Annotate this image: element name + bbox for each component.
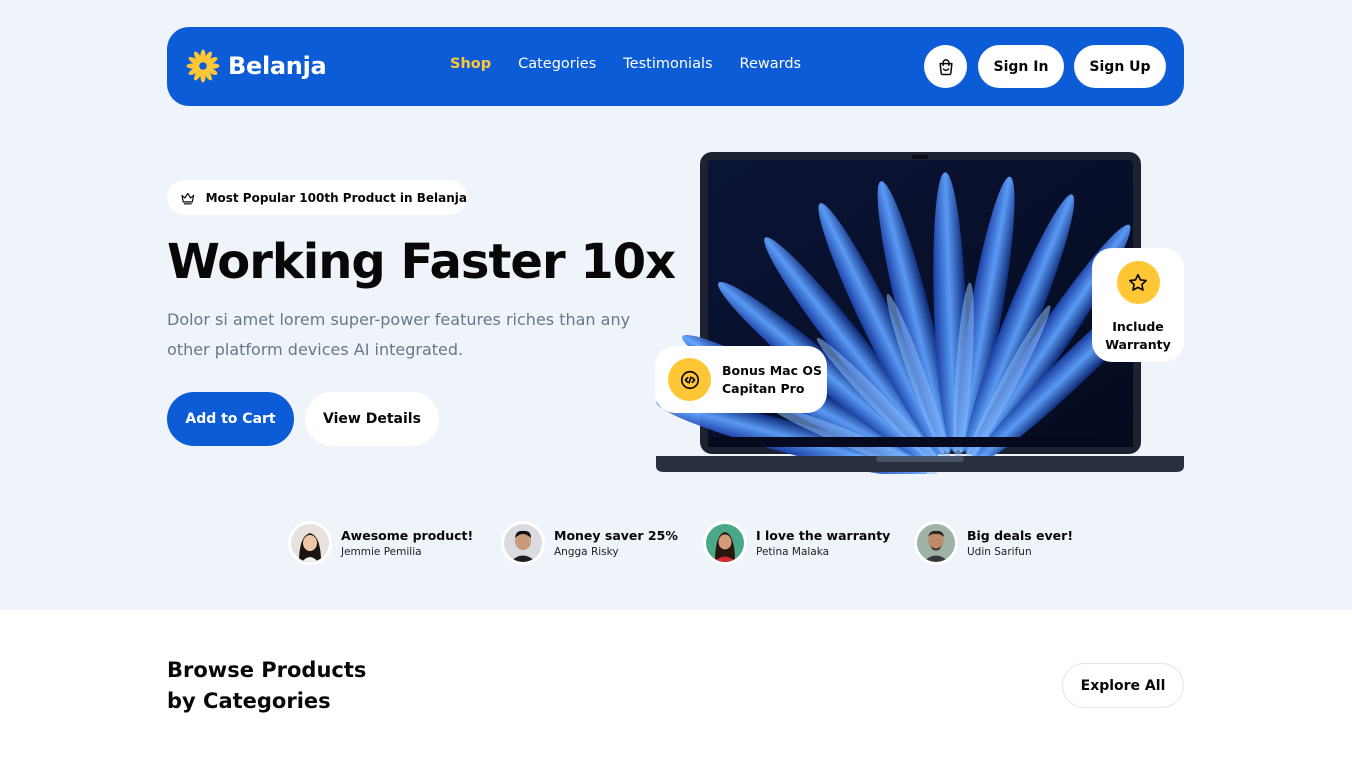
navbar: Belanja Shop Categories Testimonials Rew… bbox=[167, 27, 1184, 106]
testimonials-strip: Awesome product! Jemmie Pemilia Money sa… bbox=[288, 521, 1088, 565]
nav-link-testimonials[interactable]: Testimonials bbox=[623, 56, 712, 72]
avatar bbox=[703, 521, 747, 565]
testimonial-quote: I love the warranty bbox=[756, 528, 891, 543]
logo[interactable]: Belanja bbox=[186, 49, 327, 83]
bonus-line1: Bonus Mac OS bbox=[722, 362, 822, 378]
crown-icon bbox=[181, 192, 195, 204]
nav-links: Shop Categories Testimonials Rewards bbox=[450, 56, 828, 72]
avatar bbox=[501, 521, 545, 565]
shopping-bag-icon bbox=[938, 58, 953, 75]
testimonial-quote: Awesome product! bbox=[341, 528, 474, 543]
sun-logo-icon bbox=[186, 49, 220, 83]
code-icon bbox=[680, 370, 699, 389]
popular-badge: Most Popular 100th Product in Belanja bbox=[167, 180, 467, 215]
testimonial-author: Udin Sarifun bbox=[967, 546, 1032, 558]
add-to-cart-button[interactable]: Add to Cart bbox=[167, 392, 294, 446]
person-avatar-icon bbox=[291, 524, 329, 562]
browse-title-line2: by Categories bbox=[167, 689, 331, 713]
bonus-text: Bonus Mac OS Capitan Pro bbox=[722, 362, 822, 398]
browse-title-line1: Browse Products bbox=[167, 658, 367, 682]
warranty-line1: Include bbox=[1112, 319, 1164, 334]
browse-title: Browse Products by Categories bbox=[167, 655, 366, 717]
brand-name: Belanja bbox=[228, 52, 327, 80]
testimonial-item: Awesome product! Jemmie Pemilia bbox=[288, 521, 473, 565]
bonus-line2: Capitan Pro bbox=[722, 380, 805, 396]
testimonial-item: I love the warranty Petina Malaka bbox=[703, 521, 890, 565]
testimonial-author: Jemmie Pemilia bbox=[341, 546, 422, 558]
testimonial-item: Big deals ever! Udin Sarifun bbox=[914, 521, 1073, 565]
testimonial-item: Money saver 25% Angga Risky bbox=[501, 521, 678, 565]
testimonial-author: Petina Malaka bbox=[756, 546, 830, 558]
person-avatar-icon bbox=[706, 524, 744, 562]
bonus-icon-circle bbox=[668, 358, 711, 401]
hero-title: Working Faster 10x bbox=[167, 234, 676, 290]
warranty-card: Include Warranty bbox=[1092, 248, 1184, 362]
warranty-icon-circle bbox=[1116, 261, 1160, 304]
nav-link-shop[interactable]: Shop bbox=[450, 56, 491, 72]
cart-button[interactable] bbox=[924, 45, 967, 88]
warranty-text: Include Warranty bbox=[1105, 318, 1171, 354]
warranty-line2: Warranty bbox=[1105, 337, 1171, 352]
star-icon bbox=[1129, 273, 1147, 291]
explore-all-button[interactable]: Explore All bbox=[1062, 663, 1184, 708]
nav-link-rewards[interactable]: Rewards bbox=[740, 56, 802, 72]
hero-description: Dolor si amet lorem super-power features… bbox=[167, 310, 631, 359]
testimonial-author: Angga Risky bbox=[554, 546, 619, 558]
testimonial-quote: Money saver 25% bbox=[554, 528, 678, 543]
person-avatar-icon bbox=[504, 524, 542, 562]
view-details-button[interactable]: View Details bbox=[305, 392, 439, 446]
person-avatar-icon bbox=[917, 524, 955, 562]
sign-in-button[interactable]: Sign In bbox=[978, 45, 1064, 88]
testimonial-quote: Big deals ever! bbox=[967, 528, 1074, 543]
bonus-card: Bonus Mac OS Capitan Pro bbox=[655, 346, 827, 413]
avatar bbox=[914, 521, 958, 565]
nav-link-categories[interactable]: Categories bbox=[518, 56, 596, 72]
badge-text: Most Popular 100th Product in Belanja bbox=[205, 190, 467, 205]
browse-section: Browse Products by Categories Explore Al… bbox=[0, 610, 1352, 768]
sign-up-button[interactable]: Sign Up bbox=[1074, 45, 1166, 88]
avatar bbox=[288, 521, 332, 565]
